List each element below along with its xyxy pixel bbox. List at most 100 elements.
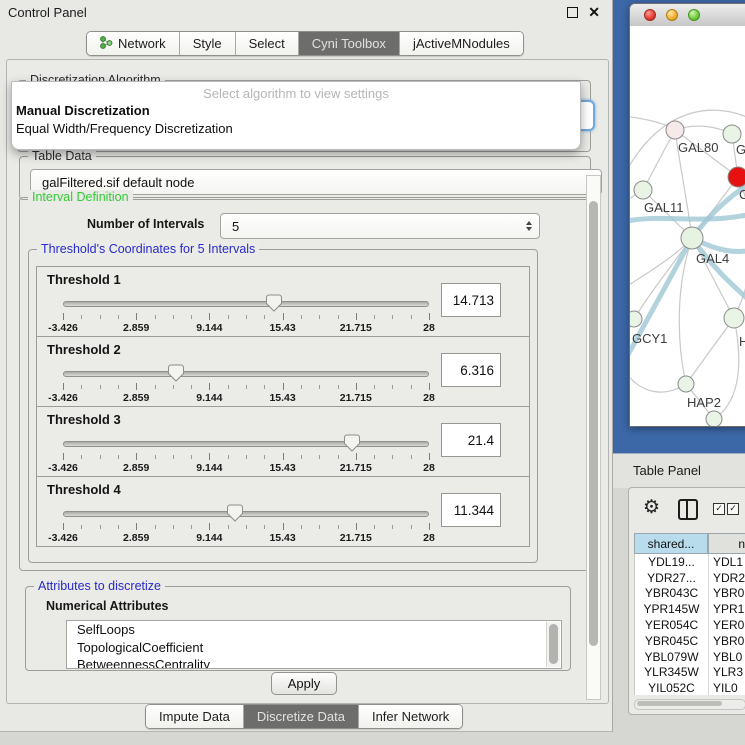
slider-thumb[interactable] xyxy=(344,434,360,452)
table-horizontal-scrollbar[interactable] xyxy=(634,699,745,710)
threshold-slider[interactable]: -3.4262.8599.14415.4321.71528 xyxy=(63,292,429,334)
panel-vertical-scrollbar[interactable] xyxy=(586,175,601,700)
threshold-value-field[interactable]: 6.316 xyxy=(441,353,501,387)
tab-cyni-toolbox[interactable]: Cyni Toolbox xyxy=(298,32,399,55)
scale-label: 15.43 xyxy=(269,392,295,404)
threshold-value-field[interactable]: 21.4 xyxy=(441,423,501,457)
network-canvas[interactable]: GAL80GACGAL11GAL4GCY1HHAP2 xyxy=(630,26,745,426)
scale-label: 2.859 xyxy=(123,532,149,544)
table-row[interactable]: YER054CYER0 xyxy=(635,617,745,633)
close-icon[interactable]: ✕ xyxy=(588,4,600,21)
tick-mark xyxy=(338,385,339,389)
table-row[interactable]: YDR27...YDR2 xyxy=(635,570,745,586)
tab-label: Impute Data xyxy=(159,709,230,724)
slider-scale: -3.4262.8599.14415.4321.71528 xyxy=(63,532,429,544)
attribute-item[interactable]: BetweennessCentrality xyxy=(67,656,561,669)
slider-thumb[interactable] xyxy=(168,364,184,382)
tick-mark xyxy=(246,455,247,459)
threshold-slider[interactable]: -3.4262.8599.14415.4321.71528 xyxy=(63,432,429,474)
tick-mark xyxy=(356,453,357,460)
network-node[interactable] xyxy=(706,411,722,426)
tick-mark xyxy=(264,525,265,529)
network-node[interactable] xyxy=(666,121,684,139)
tab-impute-data[interactable]: Impute Data xyxy=(146,705,243,728)
network-node[interactable] xyxy=(681,227,703,249)
tick-mark xyxy=(356,313,357,320)
network-node[interactable] xyxy=(724,308,744,328)
tick-mark xyxy=(155,525,156,529)
table-row[interactable]: YBL079WYBL0 xyxy=(635,649,745,665)
tick-mark xyxy=(411,525,412,529)
tick-mark xyxy=(319,455,320,459)
dropdown-option-manual-discretization[interactable]: Manual Discretization xyxy=(16,103,150,118)
tick-mark xyxy=(319,525,320,529)
panel-scrollbar-thumb[interactable] xyxy=(589,201,598,646)
threshold-value-field[interactable]: 14.713 xyxy=(441,283,501,317)
apply-button[interactable]: Apply xyxy=(271,672,337,695)
column-header-na[interactable]: na xyxy=(708,533,745,554)
gear-icon[interactable]: ⚙ xyxy=(643,496,660,519)
table-cell: YBL0 xyxy=(709,649,745,665)
tab-style[interactable]: Style xyxy=(179,32,235,55)
network-edge xyxy=(643,130,675,190)
tick-mark xyxy=(63,313,64,320)
tab-label: Select xyxy=(249,36,285,51)
column-header-shared[interactable]: shared... xyxy=(634,533,708,554)
zoom-traffic-light-icon[interactable] xyxy=(688,9,700,21)
network-node[interactable] xyxy=(723,125,741,143)
network-node[interactable] xyxy=(630,311,642,327)
control-panel-window: Control Panel ✕ NetworkStyle Select Cyni T… xyxy=(0,0,613,732)
attribute-item[interactable]: SelfLoops xyxy=(67,621,561,639)
network-node[interactable] xyxy=(678,376,694,392)
table-row[interactable]: YDL19...YDL1 xyxy=(635,554,745,570)
scale-label: -3.426 xyxy=(48,322,78,334)
slider-thumb[interactable] xyxy=(227,504,243,522)
list-scrollbar[interactable] xyxy=(546,622,560,667)
table-scrollbar-thumb[interactable] xyxy=(637,701,722,706)
dropdown-option-equal-width-frequency[interactable]: Equal Width/Frequency Discretization xyxy=(16,121,233,136)
table-row[interactable]: YIL052CYIL0 xyxy=(635,680,745,695)
checkbox-icon[interactable]: ✓ xyxy=(727,503,739,515)
network-node[interactable] xyxy=(634,181,652,199)
tick-mark xyxy=(356,523,357,530)
checkbox-icon[interactable]: ✓ xyxy=(713,503,725,515)
minimize-traffic-light-icon[interactable] xyxy=(666,9,678,21)
table-row[interactable]: YBR045CYBR0 xyxy=(635,633,745,649)
table-row[interactable]: YBR043CYBR0 xyxy=(635,586,745,602)
columns-icon[interactable] xyxy=(678,499,698,520)
tab-jactivemnodules[interactable]: jActiveMNodules xyxy=(399,32,523,55)
list-scrollbar-thumb[interactable] xyxy=(549,624,558,664)
table-row[interactable]: YPR145WYPR1 xyxy=(635,601,745,617)
number-of-intervals-combo[interactable]: 5 xyxy=(220,213,540,239)
table-cell: YPR145W xyxy=(635,601,709,617)
node-label: HAP2 xyxy=(687,395,721,410)
table-cell: YPR1 xyxy=(709,601,745,617)
threshold-slider[interactable]: -3.4262.8599.14415.4321.71528 xyxy=(63,362,429,404)
tick-mark xyxy=(228,315,229,319)
slider-track xyxy=(63,301,429,307)
tick-mark xyxy=(228,385,229,389)
threshold-value-field[interactable]: 11.344 xyxy=(441,493,501,527)
scale-label: -3.426 xyxy=(48,532,78,544)
table-row[interactable]: YLR345WYLR3 xyxy=(635,665,745,681)
thresholds-group-label: Threshold's Coordinates for 5 Intervals xyxy=(37,242,259,257)
attribute-item[interactable]: TopologicalCoefficient xyxy=(67,639,561,657)
tab-network[interactable]: Network xyxy=(87,32,179,55)
number-of-intervals-value: 5 xyxy=(232,219,239,234)
threshold-slider[interactable]: -3.4262.8599.14415.4321.71528 xyxy=(63,502,429,544)
tab-select[interactable]: Select xyxy=(235,32,298,55)
slider-thumb[interactable] xyxy=(266,294,282,312)
close-traffic-light-icon[interactable] xyxy=(644,9,656,21)
table-panel-titlebar: Table Panel xyxy=(613,453,745,488)
slider-scale: -3.4262.8599.14415.4321.71528 xyxy=(63,462,429,474)
dropdown-hint: Select algorithm to view settings xyxy=(12,86,580,101)
tab-discretize-data[interactable]: Discretize Data xyxy=(243,705,358,728)
attributes-listbox: SelfLoopsTopologicalCoefficientBetweenne… xyxy=(66,620,562,669)
table-header-row: shared...na xyxy=(634,533,745,554)
float-window-icon[interactable] xyxy=(567,7,578,18)
panel-title: Control Panel xyxy=(8,5,87,20)
network-node[interactable] xyxy=(728,167,745,187)
table-panel-title: Table Panel xyxy=(633,463,701,478)
tick-mark xyxy=(209,453,210,460)
tab-infer-network[interactable]: Infer Network xyxy=(358,705,462,728)
